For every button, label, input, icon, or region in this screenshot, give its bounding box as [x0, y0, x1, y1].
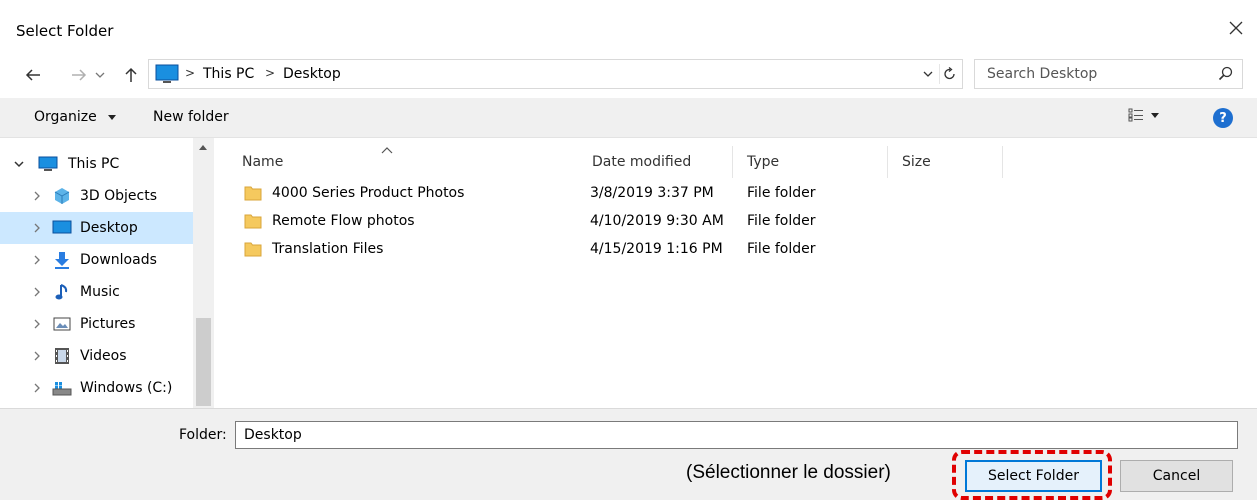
refresh-icon[interactable]: [939, 64, 959, 84]
chevron-right-icon[interactable]: [30, 381, 44, 395]
breadcrumb-desktop[interactable]: Desktop: [283, 66, 341, 82]
row-name: Remote Flow photos: [272, 213, 415, 229]
chevron-right-icon[interactable]: [30, 221, 44, 235]
row-name: 4000 Series Product Photos: [272, 185, 465, 201]
column-header-size[interactable]: Size: [888, 146, 1003, 178]
row-type: File folder: [747, 185, 816, 201]
nav-item-label: Downloads: [80, 252, 157, 268]
search-icon[interactable]: [1218, 65, 1234, 85]
nav-item-label: This PC: [68, 156, 120, 172]
chevron-right-icon[interactable]: [30, 317, 44, 331]
search-placeholder: Search Desktop: [987, 66, 1098, 82]
command-toolbar: Organize New folder ?: [0, 98, 1257, 138]
chevron-down-icon[interactable]: [92, 62, 108, 88]
breadcrumb-separator: >: [185, 66, 196, 80]
sort-up-icon: [381, 143, 393, 159]
nav-item-downloads[interactable]: Downloads: [0, 244, 193, 276]
column-header-type[interactable]: Type: [733, 146, 888, 178]
nav-item-this-pc[interactable]: This PC: [0, 148, 193, 180]
nav-item-label: Videos: [80, 348, 127, 364]
breadcrumb-separator: >: [265, 66, 276, 80]
nav-item-pictures[interactable]: Pictures: [0, 308, 193, 340]
annotation-text: (Sélectionner le dossier): [686, 462, 891, 483]
nav-item-label: Music: [80, 284, 120, 300]
row-date: 4/10/2019 9:30 AM: [590, 213, 724, 229]
folder-name-field[interactable]: [235, 421, 1238, 449]
computer-icon: [38, 155, 58, 173]
nav-item-music[interactable]: Music: [0, 276, 193, 308]
column-label: Size: [902, 154, 931, 170]
table-row[interactable]: Remote Flow photos 4/10/2019 9:30 AM Fil…: [244, 208, 1004, 236]
nav-item-windows-c[interactable]: Windows (C:): [0, 372, 193, 404]
column-header-date-modified[interactable]: Date modified: [578, 146, 733, 178]
drive-icon: [52, 379, 72, 397]
videos-icon: [52, 347, 72, 365]
nav-item-label: 3D Objects: [80, 188, 158, 204]
nav-item-label: Windows (C:): [80, 380, 173, 396]
downloads-icon: [52, 251, 72, 269]
chevron-right-icon[interactable]: [30, 285, 44, 299]
3d-objects-icon: [52, 187, 72, 205]
row-type: File folder: [747, 213, 816, 229]
folder-icon: [244, 240, 262, 262]
nav-item-videos[interactable]: Videos: [0, 340, 193, 372]
navigation-pane: This PC 3D Objects Desktop Downloads Mus…: [0, 138, 214, 408]
file-list: Name Date modified Type Size 4000 Series…: [214, 138, 1257, 408]
folder-label: Folder:: [179, 427, 227, 443]
table-row[interactable]: 4000 Series Product Photos 3/8/2019 3:37…: [244, 180, 1004, 208]
scrollbar-thumb[interactable]: [196, 318, 211, 406]
cancel-button[interactable]: Cancel: [1120, 460, 1233, 492]
chevron-right-icon[interactable]: [30, 349, 44, 363]
caret-down-icon: [108, 115, 117, 120]
row-name: Translation Files: [272, 241, 384, 257]
computer-icon: [155, 64, 179, 88]
select-folder-button[interactable]: Select Folder: [965, 460, 1102, 492]
dialog-footer: Folder: (Sélectionner le dossier) Select…: [0, 408, 1257, 500]
folder-icon: [244, 212, 262, 234]
column-label: Type: [747, 154, 780, 170]
folder-icon: [244, 184, 262, 206]
organize-label: Organize: [34, 109, 97, 125]
help-icon[interactable]: ?: [1213, 108, 1233, 128]
back-arrow-icon[interactable]: [22, 62, 44, 88]
nav-item-label: Pictures: [80, 316, 136, 332]
breadcrumb-this-pc[interactable]: This PC: [203, 66, 254, 82]
navpane-scrollbar[interactable]: [193, 138, 214, 408]
chevron-right-icon[interactable]: [30, 189, 44, 203]
scroll-up-icon[interactable]: [196, 142, 210, 154]
forward-arrow-icon[interactable]: [68, 62, 90, 88]
chevron-right-icon[interactable]: [30, 253, 44, 267]
nav-item-label: Desktop: [80, 220, 138, 236]
nav-item-3d-objects[interactable]: 3D Objects: [0, 180, 193, 212]
navigation-bar: > This PC > Desktop Search Desktop: [0, 59, 1257, 89]
close-icon[interactable]: [1224, 16, 1248, 40]
column-label: Date modified: [592, 154, 692, 170]
up-arrow-icon[interactable]: [120, 62, 142, 88]
title-bar: Select Folder: [0, 0, 1257, 62]
desktop-icon: [52, 219, 72, 237]
chevron-down-icon[interactable]: [919, 64, 937, 84]
search-input[interactable]: Search Desktop: [974, 59, 1243, 89]
new-folder-button[interactable]: New folder: [153, 109, 229, 125]
chevron-expanded-icon[interactable]: [12, 157, 26, 171]
view-options-icon[interactable]: [1128, 108, 1160, 122]
window-title: Select Folder: [16, 22, 114, 40]
row-date: 3/8/2019 3:37 PM: [590, 185, 714, 201]
nav-item-desktop[interactable]: Desktop: [0, 212, 193, 244]
column-header-name[interactable]: Name: [228, 146, 578, 178]
music-icon: [52, 283, 72, 301]
column-label: Name: [242, 154, 284, 170]
pictures-icon: [52, 315, 72, 333]
table-row[interactable]: Translation Files 4/15/2019 1:16 PM File…: [244, 236, 1004, 264]
address-bar[interactable]: > This PC > Desktop: [148, 59, 963, 89]
organize-menu[interactable]: Organize: [34, 109, 117, 125]
row-type: File folder: [747, 241, 816, 257]
row-date: 4/15/2019 1:16 PM: [590, 241, 723, 257]
